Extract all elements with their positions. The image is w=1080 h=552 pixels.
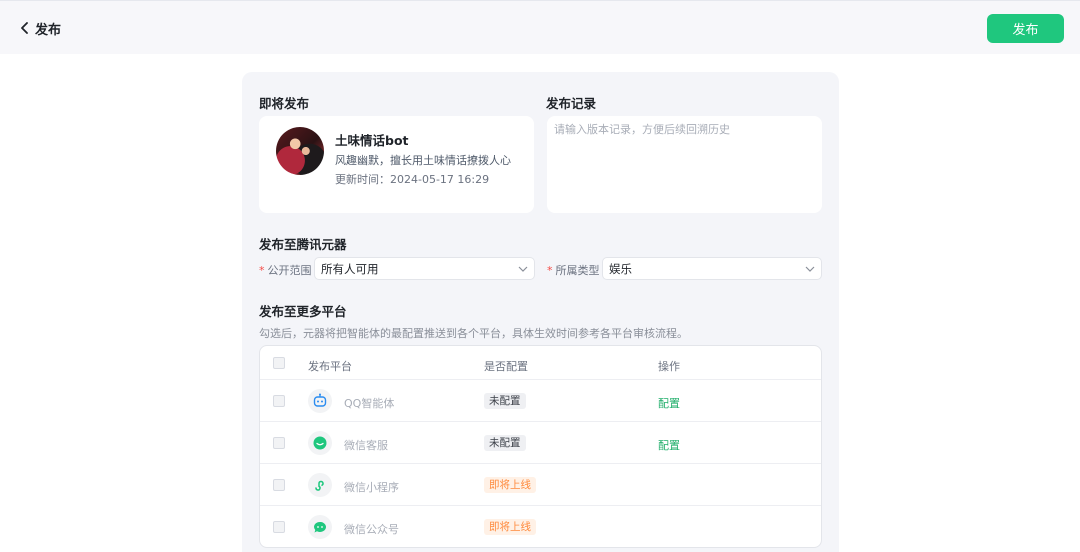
avatar (276, 127, 324, 175)
wechat-official-icon (308, 515, 332, 539)
category-select[interactable]: 娱乐 (602, 257, 822, 280)
scope-select[interactable]: 所有人可用 (314, 257, 535, 280)
update-time: 更新时间：2024-05-17 16:29 (335, 173, 490, 186)
table-row: 微信小程序 即将上线 (260, 464, 821, 506)
required-mark: * (259, 264, 265, 277)
chevron-left-icon (20, 22, 29, 34)
upcoming-title: 即将发布 (259, 96, 310, 111)
publish-button[interactable]: 发布 (987, 14, 1064, 43)
row-checkbox[interactable] (273, 437, 285, 449)
back-button[interactable]: 发布 (20, 18, 61, 38)
qq-bot-icon (308, 389, 332, 413)
more-title: 发布至更多平台 (259, 304, 347, 319)
mini-program-icon (308, 473, 332, 497)
row-checkbox[interactable] (273, 521, 285, 533)
status-badge: 未配置 (484, 393, 526, 409)
top-bar: 发布 发布 (0, 0, 1080, 54)
scope-value: 所有人可用 (321, 261, 379, 276)
table-row: QQ智能体 未配置 配置 (260, 380, 821, 422)
status-badge: 未配置 (484, 435, 526, 451)
category-value: 娱乐 (609, 261, 632, 276)
row-checkbox[interactable] (273, 395, 285, 407)
record-title: 发布记录 (546, 96, 597, 111)
more-hint: 勾选后，元器将把智能体的最配置推送到各个平台，具体生效时间参考各平台审核流程。 (259, 327, 688, 340)
col-action: 操作 (658, 360, 680, 373)
platform-name: QQ智能体 (344, 397, 395, 410)
table-header: 发布平台 是否配置 操作 (260, 346, 821, 380)
configure-link[interactable]: 配置 (658, 437, 680, 453)
table-row: 微信公众号 即将上线 (260, 506, 821, 547)
chevron-down-icon (805, 266, 815, 272)
status-badge: 即将上线 (484, 519, 536, 535)
row-checkbox[interactable] (273, 479, 285, 491)
platform-name: 微信公众号 (344, 523, 399, 536)
platform-table: 发布平台 是否配置 操作 QQ智能体 未配置 配置 微信客服 未配置 配置 微信… (259, 345, 822, 548)
back-label: 发布 (35, 22, 62, 38)
category-label: * 所属类型 (547, 264, 600, 277)
select-all-checkbox[interactable] (273, 357, 285, 369)
status-badge: 即将上线 (484, 477, 536, 493)
col-configured: 是否配置 (484, 360, 528, 373)
bot-description: 风趣幽默，擅长用土味情话撩拨人心 (335, 154, 511, 167)
platform-name: 微信客服 (344, 439, 388, 452)
wechat-service-icon (308, 431, 332, 455)
bot-card: 土味情话bot 风趣幽默，擅长用土味情话撩拨人心 更新时间：2024-05-17… (259, 116, 534, 213)
configure-link[interactable]: 配置 (658, 395, 680, 411)
tencent-title: 发布至腾讯元器 (259, 237, 347, 252)
bot-name: 土味情话bot (335, 133, 409, 148)
record-input[interactable] (547, 116, 822, 213)
chevron-down-icon (518, 266, 528, 272)
platform-name: 微信小程序 (344, 481, 399, 494)
col-platform: 发布平台 (308, 360, 352, 373)
required-mark: * (547, 264, 553, 277)
publish-panel: 即将发布 发布记录 土味情话bot 风趣幽默，擅长用土味情话撩拨人心 更新时间：… (242, 72, 839, 552)
table-row: 微信客服 未配置 配置 (260, 422, 821, 464)
scope-label: * 公开范围 (259, 264, 312, 277)
